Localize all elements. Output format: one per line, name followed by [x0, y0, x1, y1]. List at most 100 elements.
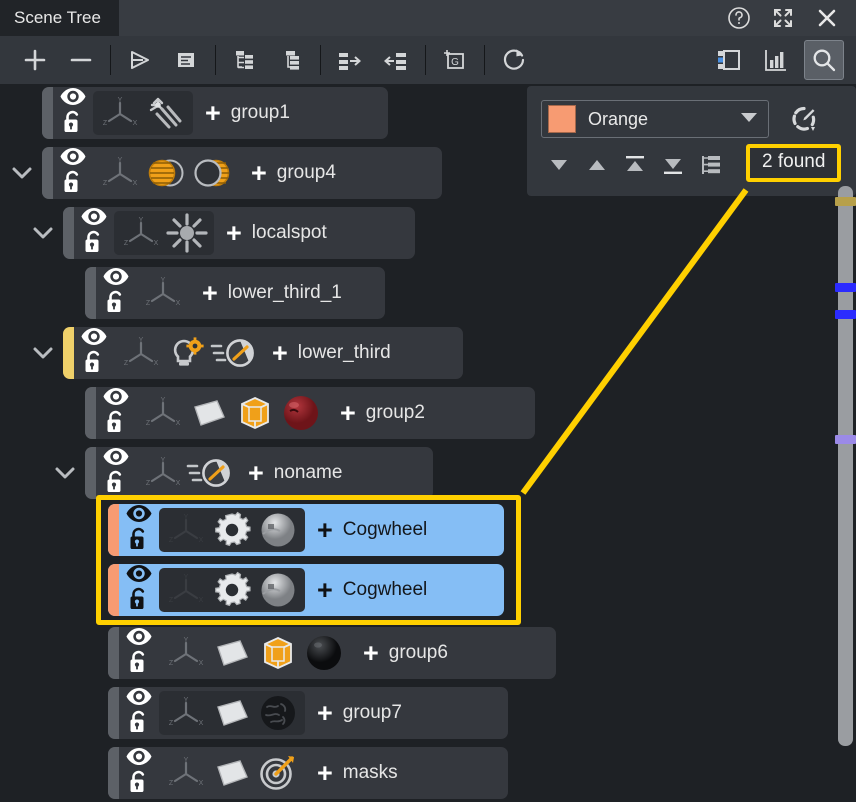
eye-icon[interactable] — [103, 268, 129, 290]
red-sphere-icon[interactable] — [278, 391, 324, 435]
add-group-g-icon[interactable]: G — [438, 43, 472, 77]
visibility-lock-group[interactable] — [53, 147, 93, 199]
bar-chart-icon[interactable] — [758, 43, 792, 77]
dark-noise-sphere-icon[interactable] — [255, 691, 301, 735]
chevron-down-icon[interactable] — [740, 110, 762, 128]
visibility-lock-group[interactable] — [74, 207, 114, 259]
axis-gizmo-icon[interactable]: YZX — [140, 271, 186, 315]
tree-row-group6[interactable]: YZX+group6 — [108, 627, 556, 679]
visibility-lock-group[interactable] — [53, 87, 93, 139]
expand-children-plus-icon[interactable]: + — [305, 577, 343, 604]
unlocked-padlock-icon[interactable] — [104, 470, 128, 499]
eye-icon[interactable] — [126, 565, 152, 587]
visibility-lock-group[interactable] — [119, 687, 159, 739]
minus-icon[interactable] — [64, 43, 98, 77]
chevron-down-icon[interactable] — [30, 327, 56, 379]
expand-icon[interactable] — [770, 5, 796, 31]
chevron-down-icon[interactable] — [9, 147, 35, 199]
orange-cube-icon[interactable] — [255, 631, 301, 675]
plane-shape-icon[interactable] — [209, 751, 255, 795]
eye-icon[interactable] — [126, 748, 152, 770]
plane-shape-icon[interactable] — [186, 391, 232, 435]
orange-cube-icon[interactable] — [232, 391, 278, 435]
visibility-lock-group[interactable] — [119, 747, 159, 799]
visibility-lock-group[interactable] — [96, 387, 136, 439]
visibility-lock-group[interactable] — [74, 327, 114, 379]
unlocked-padlock-icon[interactable] — [82, 350, 106, 379]
target-dart-icon[interactable] — [255, 751, 301, 795]
axis-gizmo-icon[interactable]: YZX — [118, 331, 164, 375]
speed-gauge-icon[interactable] — [186, 451, 232, 495]
triangle-up-bar-icon[interactable] — [617, 148, 653, 182]
unlocked-padlock-icon[interactable] — [104, 290, 128, 319]
tree-row-masks[interactable]: YZX+masks — [108, 747, 508, 799]
visibility-lock-group[interactable] — [119, 564, 159, 616]
close-icon[interactable] — [814, 5, 840, 31]
eye-icon[interactable] — [103, 388, 129, 410]
grey-sphere-icon[interactable] — [255, 508, 301, 552]
axis-gizmo-icon[interactable]: YZX — [97, 91, 143, 135]
expand-children-plus-icon[interactable]: + — [190, 280, 228, 307]
split-panel-icon[interactable] — [712, 43, 746, 77]
plane-shape-icon[interactable] — [209, 631, 255, 675]
play-triangle-icon[interactable] — [123, 43, 157, 77]
axis-gizmo-icon[interactable]: YZX — [163, 631, 209, 675]
eye-icon[interactable] — [81, 208, 107, 230]
visibility-lock-group[interactable] — [119, 504, 159, 556]
black-sphere-icon[interactable] — [301, 631, 347, 675]
axis-gizmo-icon[interactable]: YZX — [163, 751, 209, 795]
axis-gizmo-icon[interactable]: YZX — [140, 391, 186, 435]
gear-icon[interactable] — [209, 568, 255, 612]
list-select-icon[interactable] — [693, 148, 729, 182]
color-picker-icon[interactable] — [781, 100, 827, 138]
refresh-icon[interactable] — [497, 43, 531, 77]
unlocked-padlock-icon[interactable] — [61, 110, 85, 139]
expand-children-plus-icon[interactable]: + — [214, 220, 252, 247]
tree-row-group2[interactable]: YZX+group2 — [85, 387, 535, 439]
eye-icon[interactable] — [103, 448, 129, 470]
unlocked-padlock-icon[interactable] — [127, 650, 151, 679]
tab-scene-tree[interactable]: Scene Tree — [0, 0, 119, 36]
tree-row-localspot[interactable]: YZX+localspot — [63, 207, 415, 259]
tree-unparent-icon[interactable] — [333, 43, 367, 77]
gear-icon[interactable] — [209, 508, 255, 552]
visibility-lock-group[interactable] — [96, 267, 136, 319]
grey-sphere-icon[interactable] — [255, 568, 301, 612]
unlocked-padlock-icon[interactable] — [127, 587, 151, 616]
magic-wand-icon[interactable] — [143, 91, 189, 135]
document-lines-icon[interactable] — [169, 43, 203, 77]
tree-row-cogwheel-1[interactable]: YZX+Cogwheel — [108, 504, 504, 556]
tree-expand-icon[interactable] — [228, 43, 262, 77]
axis-gizmo-icon[interactable]: YZX — [97, 151, 143, 195]
triangle-up-icon[interactable] — [579, 148, 615, 182]
tree-parent-icon[interactable] — [379, 43, 413, 77]
expand-children-plus-icon[interactable]: + — [305, 517, 343, 544]
magnifier-icon[interactable] — [804, 40, 844, 80]
tree-row-group4[interactable]: YZX+group4 — [42, 147, 442, 199]
axis-gizmo-icon[interactable]: YZX — [163, 691, 209, 735]
unlocked-padlock-icon[interactable] — [127, 770, 151, 799]
speed-gauge-icon[interactable] — [210, 331, 256, 375]
expand-children-plus-icon[interactable]: + — [236, 460, 274, 487]
tree-row-group7[interactable]: YZX+group7 — [108, 687, 508, 739]
unlocked-padlock-icon[interactable] — [61, 170, 85, 199]
eye-icon[interactable] — [60, 88, 86, 110]
expand-children-plus-icon[interactable]: + — [260, 340, 298, 367]
expand-children-plus-icon[interactable]: + — [328, 400, 366, 427]
axis-gizmo-icon[interactable]: YZX — [163, 508, 209, 552]
tree-row-cogwheel-2[interactable]: YZX+Cogwheel — [108, 564, 504, 616]
eye-icon[interactable] — [126, 688, 152, 710]
expand-children-plus-icon[interactable]: + — [193, 100, 231, 127]
spotlight-sun-icon[interactable] — [164, 211, 210, 255]
tree-row-noname[interactable]: YZX+noname — [85, 447, 433, 499]
unlocked-padlock-icon[interactable] — [127, 710, 151, 739]
triangle-down-bar-icon[interactable] — [655, 148, 691, 182]
tree-row-group1[interactable]: YZX+group1 — [42, 87, 388, 139]
eye-icon[interactable] — [126, 505, 152, 527]
tree-row-lower_third_1[interactable]: YZX+lower_third_1 — [85, 267, 385, 319]
color-filter-dropdown[interactable]: Orange — [541, 100, 769, 138]
visibility-lock-group[interactable] — [96, 447, 136, 499]
unlocked-padlock-icon[interactable] — [104, 410, 128, 439]
chevron-down-icon[interactable] — [30, 207, 56, 259]
sphere-half-orange-icon[interactable] — [143, 151, 189, 195]
